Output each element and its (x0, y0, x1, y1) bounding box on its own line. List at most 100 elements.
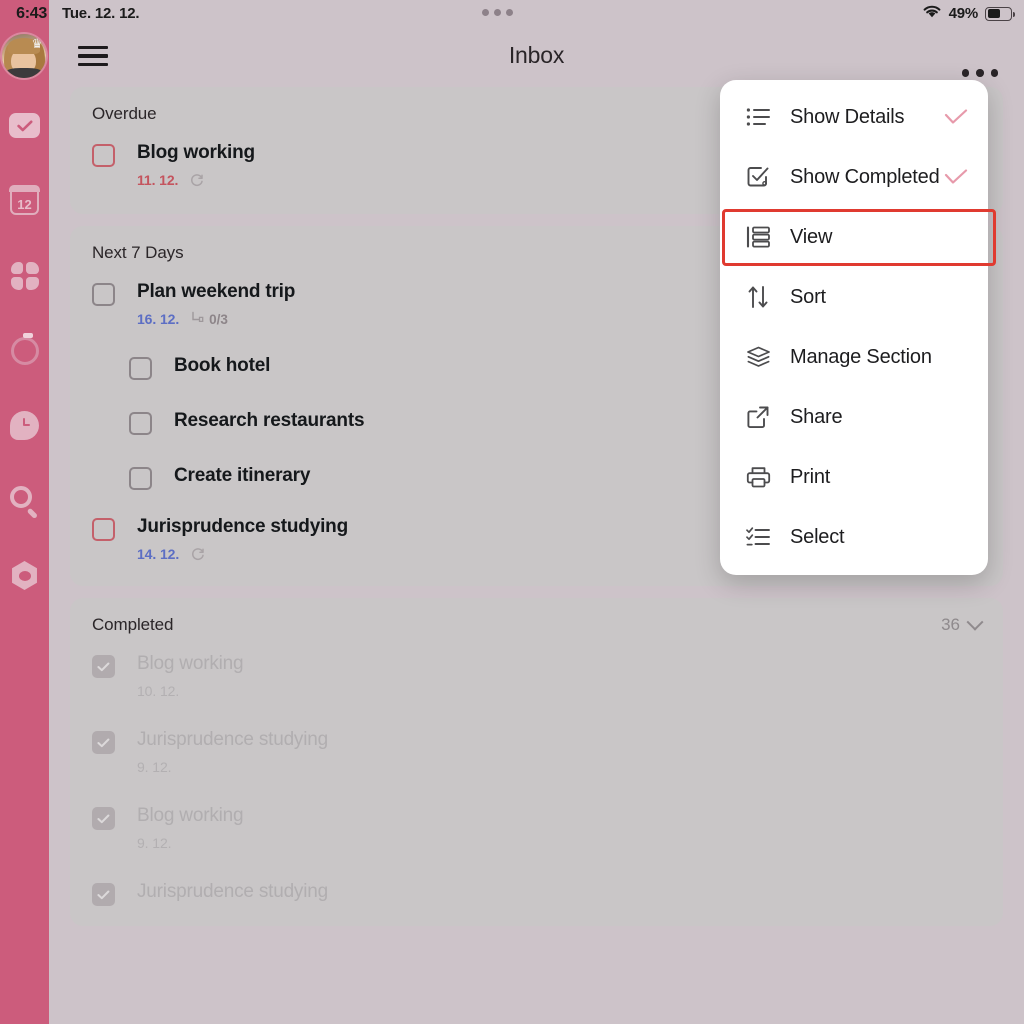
menu-item-label: Show Details (790, 105, 905, 128)
menu-item-show-details[interactable]: Show Details (720, 87, 988, 147)
task-row[interactable]: Jurisprudence studying (70, 871, 1003, 926)
task-body: Jurisprudence studying 9. 12. (137, 729, 328, 775)
task-due-date: 14. 12. (137, 546, 180, 562)
sidebar-item-calendar[interactable]: 12 (0, 184, 49, 217)
calendar-icon: 12 (9, 185, 40, 215)
section-meta[interactable]: 36 (941, 613, 984, 635)
clock-pin-icon (10, 411, 39, 440)
task-meta: 9. 12. (137, 835, 243, 851)
app-header: Inbox (49, 27, 1024, 87)
task-checkbox[interactable] (92, 731, 115, 754)
task-meta: 11. 12. (137, 172, 255, 188)
task-checkbox[interactable] (92, 518, 115, 541)
status-date: Tue. 12. 12. (62, 5, 140, 22)
recurring-icon (190, 173, 204, 187)
menu-item-label: View (790, 225, 833, 248)
task-title: Create itinerary (174, 465, 311, 486)
checkmark-box-icon (9, 113, 40, 138)
section-completed: Completed 36 Blog working 10. 12. Jurisp… (70, 598, 1003, 926)
section-title: Next 7 Days (92, 243, 184, 262)
menu-item-manage-section[interactable]: Manage Section (720, 327, 988, 387)
menu-item-print[interactable]: Print (720, 447, 988, 507)
calendar-day-label: 12 (17, 197, 32, 212)
task-meta: 14. 12. (137, 546, 348, 562)
task-title: Blog working (137, 805, 244, 826)
menu-item-share[interactable]: Share (720, 387, 988, 447)
grid-quadrant-icon (10, 261, 39, 290)
check-icon (944, 109, 968, 125)
task-body: Create itinerary (174, 465, 310, 487)
sidebar-item-settings[interactable] (0, 559, 49, 592)
sort-arrows-icon (745, 284, 771, 310)
sidebar-item-habit[interactable] (0, 409, 49, 442)
task-body: Blog working 10. 12. (137, 653, 244, 699)
task-completed-date: 9. 12. (137, 759, 172, 775)
menu-item-label: Print (790, 465, 831, 488)
task-title: Jurisprudence studying (137, 729, 328, 750)
menu-item-label: Share (790, 405, 843, 428)
task-due-date: 16. 12. (137, 311, 180, 327)
options-dropdown-menu: Show Details Show Completed View Sort Ma… (720, 80, 996, 575)
task-meta: 16. 12. 0/3 (137, 311, 295, 327)
subtask-progress-label: 0/3 (209, 311, 228, 327)
task-checkbox[interactable] (129, 412, 152, 435)
task-body: Blog working 11. 12. (137, 142, 255, 188)
gear-hex-icon (12, 561, 37, 590)
completed-count: 36 (941, 615, 960, 634)
task-meta: 9. 12. (137, 759, 328, 775)
view-layout-icon (745, 224, 771, 250)
task-checkbox[interactable] (92, 655, 115, 678)
recording-dots-icon (482, 9, 513, 16)
select-list-icon (745, 524, 771, 550)
checkbox-task-icon (745, 164, 771, 190)
task-meta: 10. 12. (137, 683, 243, 699)
status-right-cluster: 49% (922, 0, 1016, 27)
task-title: Jurisprudence studying (137, 881, 328, 902)
menu-item-view[interactable]: View (720, 207, 988, 267)
recurring-icon (191, 547, 205, 561)
sidebar-item-pomodoro[interactable] (0, 332, 49, 367)
task-row[interactable]: Blog working 10. 12. (70, 643, 1003, 719)
task-body: Jurisprudence studying (137, 881, 328, 903)
task-checkbox[interactable] (92, 283, 115, 306)
menu-item-show-completed[interactable]: Show Completed (720, 147, 988, 207)
sidebar-item-matrix[interactable] (0, 259, 49, 292)
task-title: Blog working (137, 653, 244, 674)
task-completed-date: 10. 12. (137, 683, 180, 699)
task-body: Research restaurants (174, 410, 365, 432)
task-checkbox[interactable] (129, 467, 152, 490)
task-title: Research restaurants (174, 410, 365, 431)
task-row[interactable]: Blog working 9. 12. (70, 795, 1003, 871)
menu-item-sort[interactable]: Sort (720, 267, 988, 327)
menu-item-select[interactable]: Select (720, 507, 988, 567)
task-checkbox[interactable] (92, 807, 115, 830)
section-header[interactable]: Completed 36 (70, 598, 1003, 643)
battery-icon (985, 6, 1016, 21)
more-options-icon[interactable] (961, 69, 998, 77)
task-body: Book hotel (174, 355, 270, 377)
avatar[interactable]: ♛ (2, 34, 46, 78)
task-body: Plan weekend trip 16. 12. 0/3 (137, 281, 295, 327)
task-checkbox[interactable] (92, 883, 115, 906)
task-row[interactable]: Jurisprudence studying 9. 12. (70, 719, 1003, 795)
task-checkbox[interactable] (92, 144, 115, 167)
subtask-icon (191, 311, 204, 327)
task-title: Blog working (137, 142, 255, 163)
task-title: Jurisprudence studying (137, 516, 348, 537)
left-sidebar: ♛ 12 (0, 0, 49, 1024)
task-completed-date: 9. 12. (137, 835, 172, 851)
task-body: Jurisprudence studying 14. 12. (137, 516, 348, 562)
sidebar-item-search[interactable] (0, 484, 49, 519)
task-checkbox[interactable] (129, 357, 152, 380)
sidebar-item-tasks[interactable] (0, 109, 49, 142)
search-icon (10, 486, 39, 519)
menu-item-label: Select (790, 525, 845, 548)
status-time: 6:43 (0, 0, 49, 27)
share-external-icon (745, 404, 771, 430)
wifi-icon (922, 4, 942, 24)
menu-item-label: Manage Section (790, 345, 932, 368)
chevron-down-icon[interactable] (966, 613, 984, 631)
page-title: Inbox (508, 42, 565, 68)
battery-percent: 49% (948, 5, 979, 22)
task-due-date: 11. 12. (137, 172, 179, 188)
